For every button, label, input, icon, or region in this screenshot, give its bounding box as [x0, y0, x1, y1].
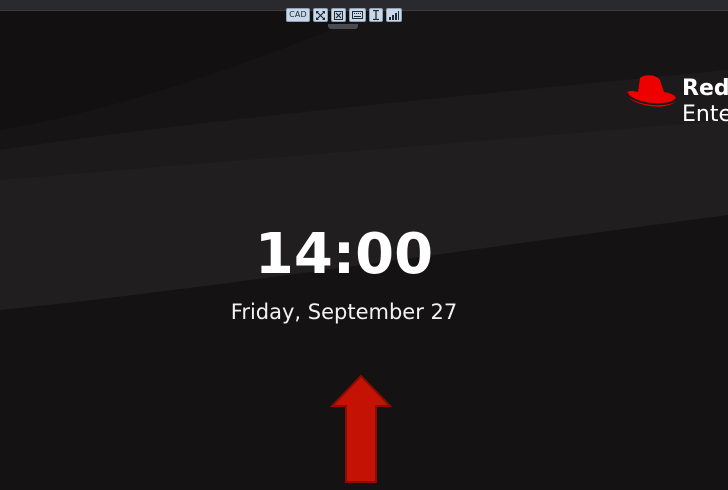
toolbar-handle[interactable] [328, 24, 358, 29]
brand-line-1: Red [682, 76, 728, 101]
lock-screen-clock: 14:00 [254, 222, 434, 287]
red-hat-logo: Red Ente [626, 72, 728, 132]
text-cursor-icon [373, 10, 379, 20]
fullscreen-icon [316, 10, 325, 20]
scale-button[interactable] [331, 8, 346, 22]
lock-screen-date: Friday, September 27 [230, 300, 458, 324]
fullscreen-button[interactable] [313, 8, 328, 22]
signal-icon [389, 10, 399, 20]
keyboard-icon [352, 11, 363, 19]
up-arrow-icon [330, 374, 392, 483]
red-hat-icon [626, 75, 677, 107]
lock-screen[interactable]: CAD Red Ente 14:00 Friday, September 27 [0, 0, 728, 490]
signal-button[interactable] [386, 8, 402, 22]
scale-icon [334, 10, 343, 20]
ctrl-alt-del-button[interactable]: CAD [286, 8, 310, 22]
text-cursor-button[interactable] [369, 8, 383, 22]
vm-console-toolbar: CAD [286, 7, 402, 23]
keyboard-button[interactable] [349, 8, 366, 22]
brand-line-2: Ente [682, 102, 728, 127]
